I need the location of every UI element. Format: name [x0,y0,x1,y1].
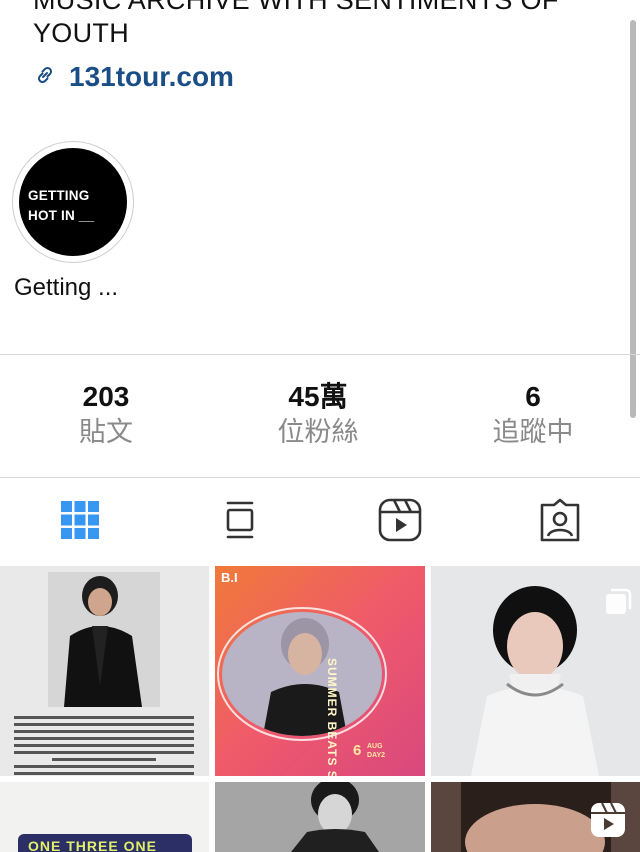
bio-line-1: MUSIC ARCHIVE WITH SENTIMENTS OF [33,0,559,15]
post-date: AUG DAY2 [367,742,385,760]
post-thumbnail[interactable]: ONE THREE ONE [0,782,209,852]
stat-following-value: 6 [525,381,541,412]
stat-following[interactable]: 6 追蹤中 [433,380,633,450]
highlight-label: Getting ... [14,274,119,301]
profile-tabs [0,478,640,566]
tab-tagged[interactable] [480,478,640,566]
stat-posts[interactable]: 203 貼文 [6,380,206,450]
divider [0,354,640,355]
bio-line-2: YOUTH [33,18,129,48]
highlight-cover-line-1: GETTING [28,188,90,203]
highlight-cover-line-2: HOT IN __ [28,208,95,223]
profile-stats: 203 貼文 45萬 位粉絲 6 追蹤中 [0,380,640,460]
post-brand: B.I [221,570,238,585]
post-thumbnail[interactable] [431,566,640,776]
post-thumbnail[interactable]: B.I SUMMER BEATS STAGE 6 AUG DAY2 [215,566,425,776]
tagged-icon [538,498,582,547]
highlight-cover: GETTING HOT IN __ [19,148,127,256]
post-date-day: DAY2 [367,752,386,759]
tab-grid[interactable] [0,478,160,566]
post-image [215,566,425,776]
guide-icon [223,500,257,545]
profile-link[interactable]: 131tour.com [33,60,234,94]
stat-following-label: 追蹤中 [492,417,574,447]
tab-reels[interactable] [320,478,480,566]
post-grid: B.I SUMMER BEATS STAGE 6 AUG DAY2 ONE TH… [0,566,640,852]
post-thumbnail[interactable] [215,782,425,852]
link-text[interactable]: 131tour.com [69,61,234,93]
stat-followers[interactable]: 45萬 位粉絲 [218,380,418,450]
grid-icon [60,500,100,545]
stat-followers-value: 45萬 [288,381,348,412]
stat-posts-value: 203 [82,381,130,412]
reels-icon [590,802,626,843]
profile-bio: MUSIC ARCHIVE WITH SENTIMENTS OF YOUTH [33,0,623,50]
stat-posts-label: 貼文 [79,417,133,447]
post-date-month: AUG [367,743,383,750]
post-image [14,572,194,775]
tab-guides[interactable] [160,478,320,566]
multi-post-icon [604,588,632,621]
link-icon [33,63,57,92]
post-text: ONE THREE ONE [18,834,192,852]
scrollbar[interactable] [630,20,636,418]
stat-followers-label: 位粉絲 [277,417,359,447]
reels-icon [378,498,422,547]
post-thumbnail[interactable] [0,566,209,776]
post-image [215,782,425,852]
post-title: SUMMER BEATS STAGE [325,658,339,776]
post-date-num: 6 [353,742,362,759]
post-thumbnail[interactable] [431,782,640,852]
story-highlight[interactable]: GETTING HOT IN __ [12,141,134,263]
